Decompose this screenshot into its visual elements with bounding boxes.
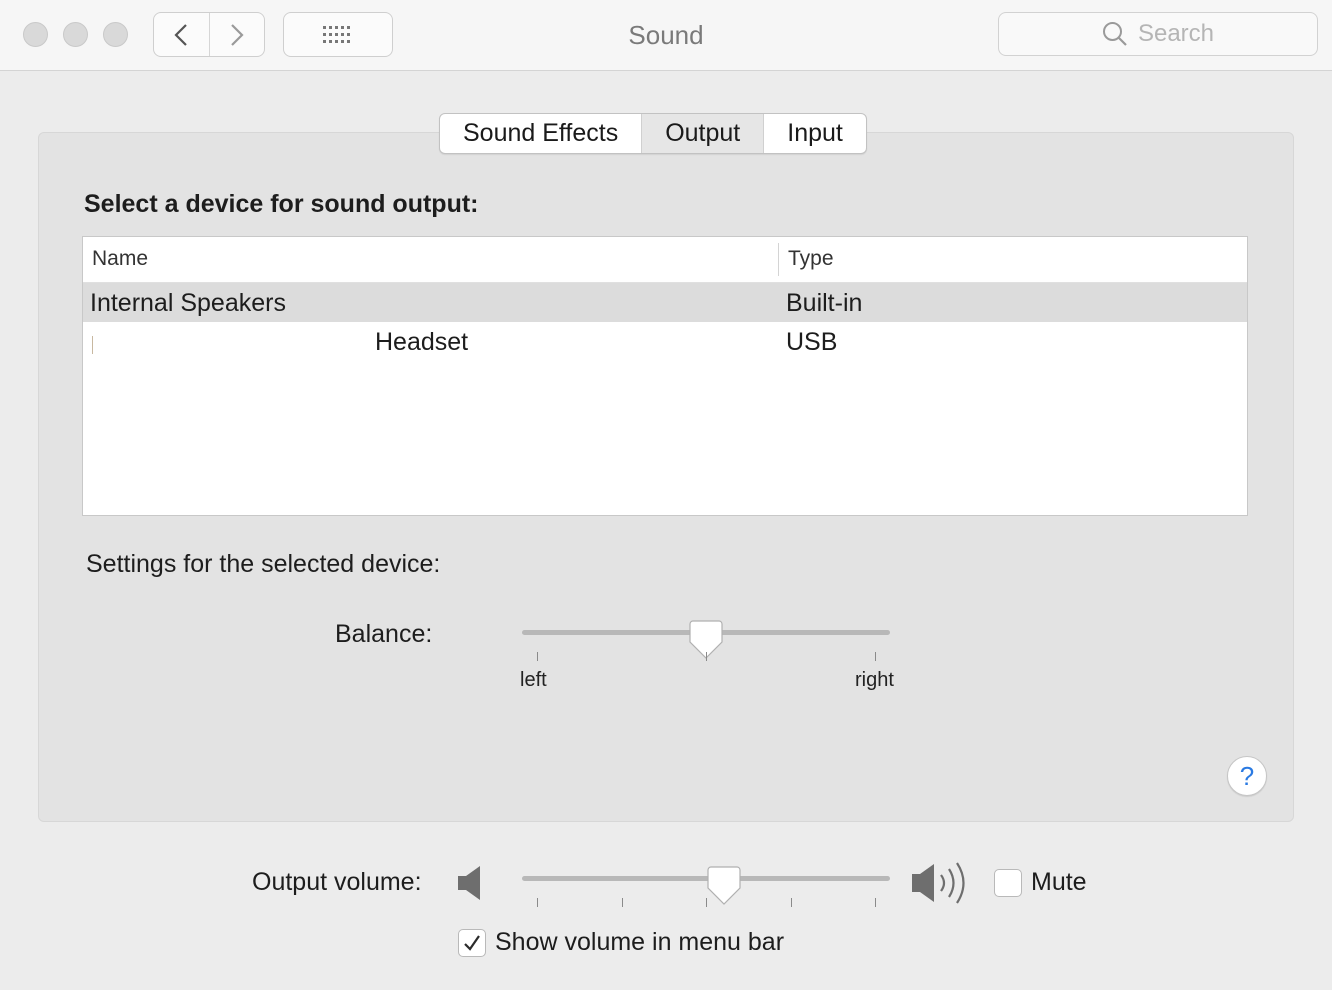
device-name: Headset [375, 328, 469, 356]
volume-tick [791, 898, 792, 907]
balance-tick [875, 652, 876, 661]
volume-tick [537, 898, 538, 907]
tab-output[interactable]: Output [641, 114, 764, 153]
device-type: USB [786, 328, 838, 356]
column-header-name[interactable]: Name [92, 247, 148, 271]
column-header-type[interactable]: Type [788, 247, 834, 271]
speaker-high-icon [912, 862, 965, 904]
balance-label: Balance: [335, 620, 433, 648]
device-type: Built-in [786, 289, 863, 317]
volume-tick [622, 898, 623, 907]
row-indicator [92, 336, 93, 354]
mute-label: Mute [1031, 868, 1087, 896]
title-bar: Sound Search [0, 0, 1332, 71]
volume-tick [875, 898, 876, 907]
device-table: Name Type Internal Speakers Built-in Hea… [82, 236, 1248, 516]
balance-tick [706, 652, 707, 661]
volume-slider-thumb[interactable] [707, 866, 741, 906]
section-title: Select a device for sound output: [84, 190, 479, 218]
tab-bar: Sound Effects Output Input [439, 113, 867, 154]
mute-checkbox[interactable] [994, 869, 1022, 897]
device-name: Internal Speakers [90, 289, 286, 317]
show-volume-label: Show volume in menu bar [495, 928, 785, 956]
balance-left-label: left [520, 669, 547, 691]
tab-input[interactable]: Input [763, 114, 866, 153]
output-volume-label: Output volume: [252, 868, 422, 896]
tab-sound-effects[interactable]: Sound Effects [440, 114, 641, 153]
search-icon [1102, 22, 1127, 46]
table-row[interactable]: Headset USB [83, 322, 1247, 361]
show-volume-checkbox[interactable] [458, 929, 486, 957]
table-header: Name Type [83, 237, 1247, 283]
balance-tick [537, 652, 538, 661]
volume-slider-track[interactable] [522, 876, 890, 881]
volume-tick [706, 898, 707, 907]
checkmark-icon [464, 935, 480, 951]
search-field[interactable]: Search [998, 12, 1318, 56]
speaker-low-icon [458, 866, 480, 900]
search-placeholder: Search [1137, 20, 1215, 47]
help-button[interactable]: ? [1227, 756, 1267, 796]
column-divider[interactable] [778, 243, 779, 276]
table-row[interactable]: Internal Speakers Built-in [83, 283, 1247, 322]
settings-label: Settings for the selected device: [86, 550, 441, 578]
balance-right-label: right [855, 669, 894, 691]
